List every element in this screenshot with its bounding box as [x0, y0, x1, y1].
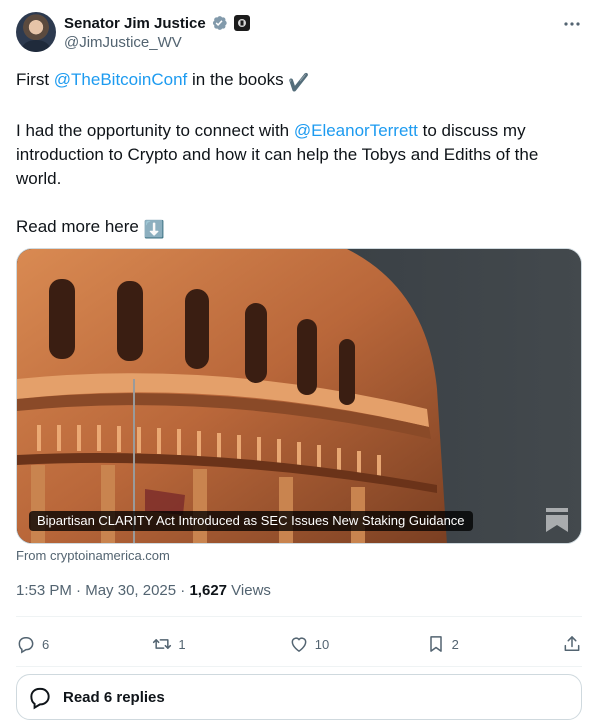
- share-icon: [564, 636, 580, 651]
- separator: ·: [176, 582, 190, 599]
- tweet-header: Senator Jim Justice @JimJustice_WV: [16, 12, 582, 56]
- card-source-link[interactable]: From cryptoinamerica.com: [16, 548, 170, 563]
- views-label: Views: [227, 582, 271, 599]
- reply-count: 6: [42, 636, 50, 652]
- read-replies-label: Read 6 replies: [63, 688, 165, 706]
- bookmark-count: 2: [451, 636, 459, 652]
- text-span: in the books: [187, 70, 289, 89]
- bookmark-badge-icon: [546, 508, 568, 532]
- affiliation-seal-icon[interactable]: [233, 15, 250, 31]
- text-span: I had the opportunity to connect with: [16, 121, 294, 140]
- divider: [16, 666, 582, 667]
- card-image: [17, 249, 581, 543]
- author-display-name[interactable]: Senator Jim Justice: [64, 15, 206, 32]
- verified-badge-icon[interactable]: [210, 14, 228, 32]
- tweet-date[interactable]: May 30, 2025: [85, 582, 176, 599]
- author-name-row: Senator Jim Justice: [64, 13, 250, 33]
- tweet-line-1: First @TheBitcoinConf in the books ✔️: [16, 68, 582, 95]
- tweet-time[interactable]: 1:53 PM: [16, 582, 72, 599]
- reply-icon: [18, 637, 34, 654]
- author-handle[interactable]: @JimJustice_WV: [64, 34, 182, 51]
- link-card[interactable]: Bipartisan CLARITY Act Introduced as SEC…: [16, 248, 582, 544]
- repost-count: 1: [178, 636, 186, 652]
- more-options-icon[interactable]: [562, 14, 582, 34]
- read-replies-button[interactable]: Read 6 replies: [16, 674, 582, 720]
- like-count: 10: [314, 636, 330, 652]
- like-button[interactable]: 10: [289, 634, 329, 654]
- views-count: 1,627: [189, 582, 228, 599]
- separator: ·: [71, 582, 86, 599]
- action-bar: 6 1 10 2: [16, 628, 582, 660]
- down-arrow-emoji: ⬇️: [143, 220, 165, 239]
- reply-button[interactable]: 6: [16, 634, 56, 654]
- divider: [16, 616, 582, 617]
- reply-bubble-icon: [30, 687, 50, 710]
- repost-button[interactable]: 1: [152, 634, 192, 654]
- share-button[interactable]: [562, 634, 582, 654]
- bookmark-icon: [429, 636, 442, 652]
- mention-eleanorterrett[interactable]: @EleanorTerrett: [294, 121, 418, 140]
- tweet-text: First @TheBitcoinConf in the books ✔️ I …: [16, 68, 582, 242]
- mention-thebitcoinconf[interactable]: @TheBitcoinConf: [54, 70, 188, 89]
- avatar[interactable]: [16, 12, 56, 52]
- tweet-paragraph-2: I had the opportunity to connect with @E…: [16, 119, 582, 191]
- bookmark-button[interactable]: 2: [426, 634, 466, 654]
- tweet-meta: 1:53 PM · May 30, 2025 · 1,627 Views: [16, 582, 271, 599]
- repost-icon: [153, 639, 172, 649]
- text-span: First: [16, 70, 54, 89]
- check-mark-emoji: ✔️: [288, 73, 310, 92]
- tweet-paragraph-3: Read more here ⬇️: [16, 215, 582, 242]
- heart-icon: [291, 637, 307, 652]
- card-title: Bipartisan CLARITY Act Introduced as SEC…: [29, 511, 473, 531]
- text-span: Read more here: [16, 217, 144, 236]
